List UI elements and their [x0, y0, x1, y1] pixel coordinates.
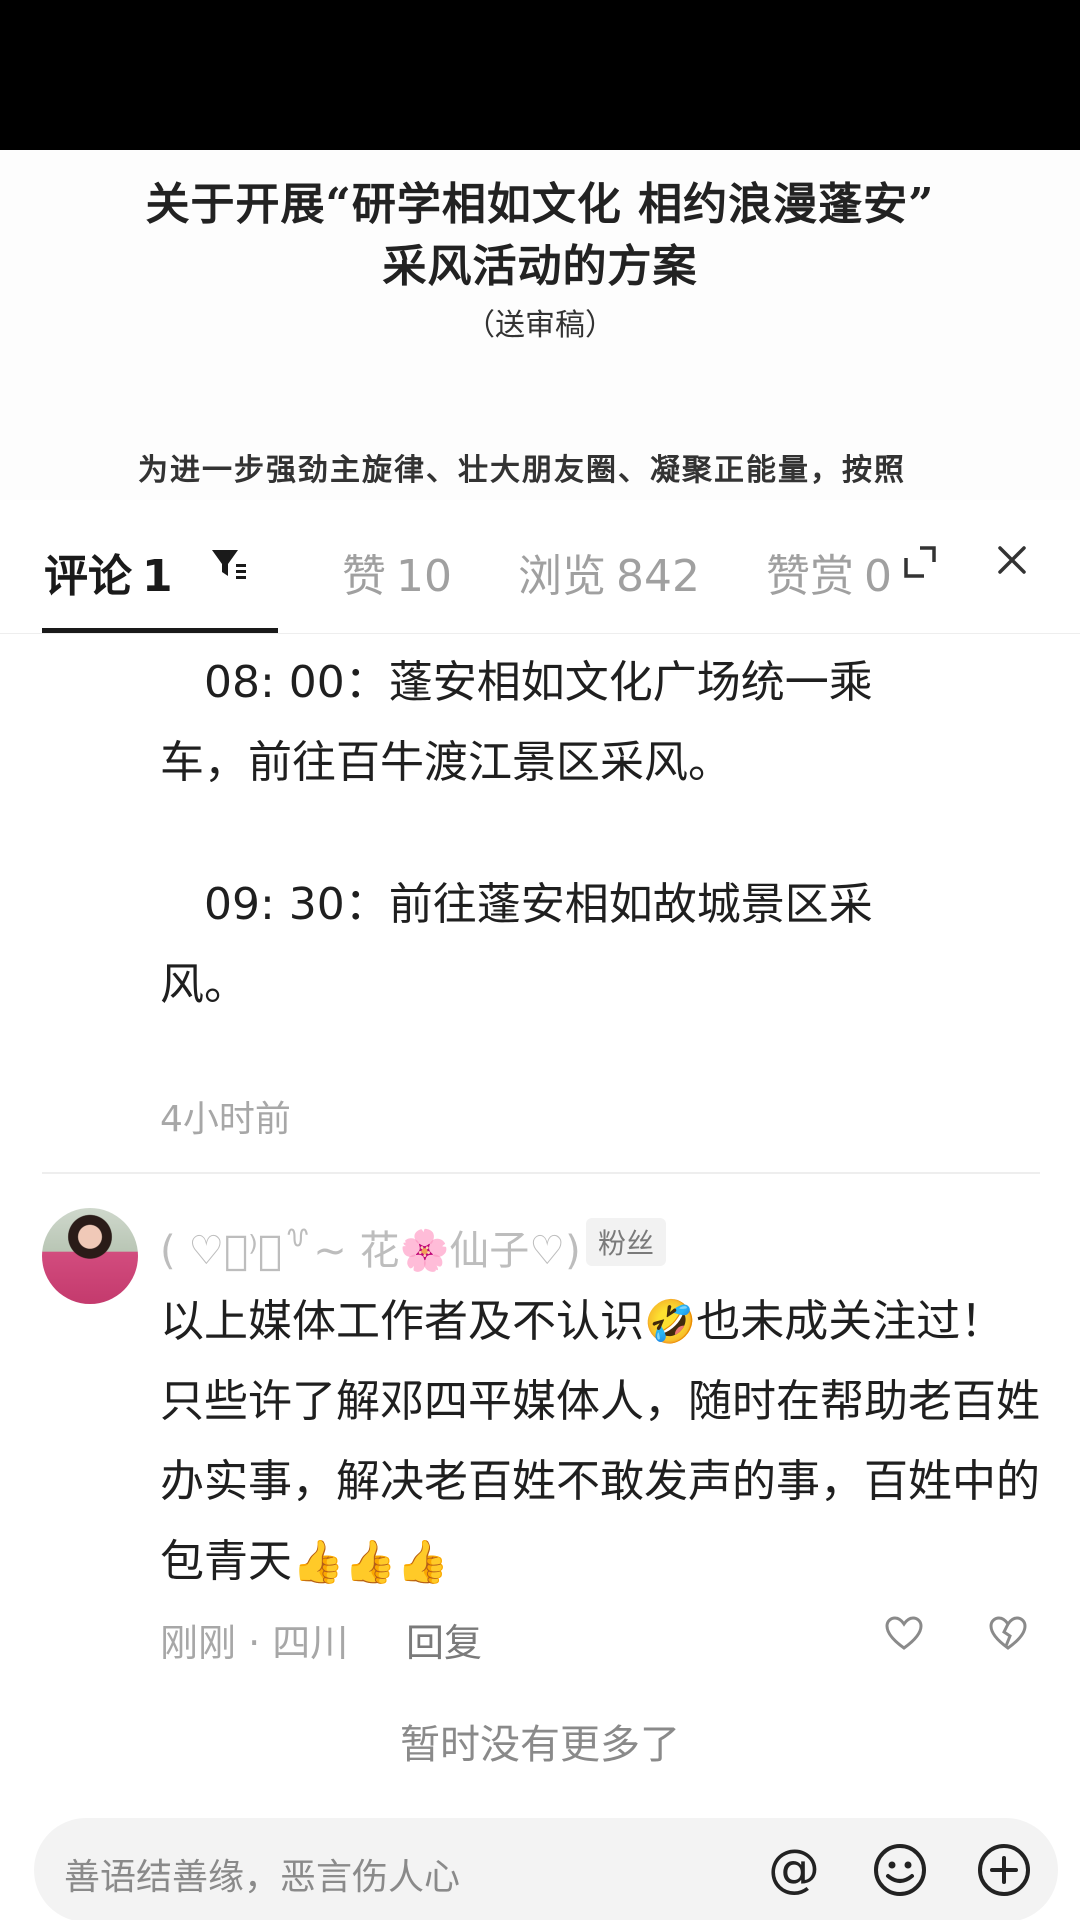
- document-subtitle: （送审稿）: [465, 308, 615, 343]
- plus-circle-icon[interactable]: [974, 1840, 1034, 1900]
- close-icon[interactable]: [992, 540, 1032, 580]
- tab-comments-label: 评论: [44, 551, 132, 602]
- comment-input-bar[interactable]: 善语结善缘，恶言伤人心 @: [34, 1818, 1058, 1920]
- at-icon[interactable]: @: [764, 1840, 824, 1900]
- comment1-line2: 车，前往百牛渡江景区采风。: [160, 737, 732, 788]
- comment2-meta: 刚刚 · 四川: [160, 1621, 349, 1665]
- document-body-line: 为进一步强劲主旋律、壮大朋友圈、凝聚正能量，按照: [138, 453, 906, 488]
- tab-likes-label: 赞: [342, 551, 386, 602]
- comment1-line4: 风。: [160, 959, 248, 1010]
- active-tab-underline: [42, 628, 278, 633]
- comment2-text-part1: 以上媒体工作者及不认识: [160, 1296, 644, 1347]
- document-preview: 关于开展“研学相如文化 相约浪漫蓬安” 采风活动的方案 （送审稿） 为进一步强劲…: [0, 150, 1080, 500]
- tab-rewards-count: 0: [864, 551, 892, 602]
- comment2-username[interactable]: ( ♡͙⁾ཾ꒷~ 花🌸仙子♡): [160, 1218, 581, 1276]
- avatar[interactable]: [42, 1208, 138, 1304]
- top-black-bar: [0, 0, 1080, 150]
- tab-comments-count: 1: [142, 551, 173, 602]
- reply-button[interactable]: 回复: [406, 1612, 482, 1667]
- document-title-line1: 关于开展“研学相如文化 相约浪漫蓬安”: [145, 179, 935, 230]
- tab-views-label: 浏览: [518, 551, 606, 602]
- thumbs-up-emoji: 👍👍👍: [292, 1537, 449, 1586]
- document-title-line2: 采风活动的方案: [382, 241, 698, 292]
- comment-sheet-page: 关于开展“研学相如文化 相约浪漫蓬安” 采风活动的方案 （送审稿） 为进一步强劲…: [0, 0, 1080, 1920]
- comment2-text: 以上媒体工作者及不认识🤣也未成关注过！只些许了解邓四平媒体人，随时在帮助老百姓办…: [160, 1282, 1040, 1602]
- comment1-timestamp: 4小时前: [160, 1099, 291, 1140]
- tab-views-count: 842: [616, 551, 700, 602]
- tab-comments[interactable]: 评论 1: [44, 540, 173, 604]
- comment-input[interactable]: 善语结善缘，恶言伤人心: [64, 1848, 460, 1900]
- expand-icon[interactable]: [902, 544, 938, 580]
- svg-text:@: @: [768, 1840, 820, 1899]
- smile-icon[interactable]: [870, 1840, 930, 1900]
- broken-heart-icon[interactable]: [988, 1614, 1028, 1654]
- tab-likes-count: 10: [396, 551, 452, 602]
- comment1-line1: 08: 00：蓬安相如文化广场统一乘: [160, 657, 873, 708]
- comment1-line3: 09: 30：前往蓬安相如故城景区采: [160, 879, 873, 930]
- heart-icon[interactable]: [884, 1614, 924, 1654]
- filter-icon[interactable]: [208, 544, 248, 584]
- tab-rewards-label: 赞赏: [766, 551, 854, 602]
- rofl-emoji: 🤣: [644, 1297, 697, 1346]
- comment-divider: [42, 1172, 1040, 1174]
- tab-views[interactable]: 浏览 842: [518, 540, 700, 604]
- tab-likes[interactable]: 赞 10: [342, 540, 452, 604]
- fan-badge: 粉丝: [586, 1218, 667, 1266]
- tab-rewards[interactable]: 赞赏 0: [766, 540, 892, 604]
- no-more-text: 暂时没有更多了: [400, 1722, 680, 1768]
